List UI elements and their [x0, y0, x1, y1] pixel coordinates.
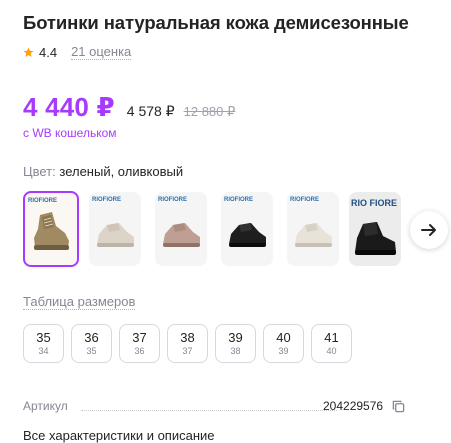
size-option[interactable]: 38 37: [167, 324, 208, 363]
size-eu: 37: [132, 330, 147, 345]
size-ru: 36: [134, 346, 145, 356]
color-value: зеленый, оливковый: [59, 164, 184, 179]
wallet-price: 4 440 ₽: [23, 92, 115, 122]
dotted-leader: [81, 410, 337, 411]
boot-image: [355, 222, 396, 255]
next-thumbnails-button[interactable]: [410, 211, 448, 249]
boot-image: [97, 223, 134, 247]
color-thumbnail[interactable]: RIO FIORE: [349, 192, 401, 266]
regular-price: 4 578 ₽: [126, 103, 175, 119]
size-ru: 34: [38, 346, 49, 356]
size-ru: 40: [326, 346, 337, 356]
size-option[interactable]: 37 36: [119, 324, 160, 363]
color-label: Цвет:: [23, 164, 56, 179]
size-ru: 38: [230, 346, 241, 356]
size-ru: 35: [86, 346, 97, 356]
size-option[interactable]: 40 39: [263, 324, 304, 363]
copy-icon[interactable]: [392, 400, 405, 413]
size-ru: 39: [278, 346, 289, 356]
size-option[interactable]: 35 34: [23, 324, 64, 363]
color-thumbnail[interactable]: RIOFIORE: [287, 192, 339, 266]
size-eu: 38: [180, 330, 195, 345]
size-selector: 35 34 36 35 37 36 38 37 39 38 40 39 41 40: [23, 324, 352, 363]
size-eu: 40: [276, 330, 291, 345]
article-label: Артикул: [23, 399, 68, 413]
size-eu: 36: [84, 330, 99, 345]
rating-value: 4.4: [39, 45, 58, 60]
arrow-right-icon: [421, 224, 436, 236]
reviews-link[interactable]: 21 оценка: [71, 45, 132, 60]
size-option[interactable]: 36 35: [71, 324, 112, 363]
article-value: 204229576: [323, 399, 384, 413]
wallet-note[interactable]: с WB кошельком: [23, 126, 117, 140]
color-thumbnails: RIOFIORE RIOFIORE RIOFIORE RIOFIORE RIOF…: [23, 191, 451, 268]
boot-image: [295, 223, 332, 247]
article-row: Артикул 204229576: [23, 399, 405, 415]
color-thumbnail[interactable]: RIOFIORE: [23, 191, 79, 267]
all-specs-link[interactable]: Все характеристики и описание: [23, 428, 215, 443]
rating-row: 4.4 21 оценка: [23, 45, 132, 60]
old-price: 12 880 ₽: [183, 104, 236, 119]
size-eu: 41: [324, 330, 339, 345]
star-icon: [23, 47, 34, 57]
size-eu: 35: [36, 330, 51, 345]
color-thumbnail[interactable]: RIOFIORE: [155, 192, 207, 266]
boot-image: [163, 223, 200, 247]
size-table-link[interactable]: Таблица размеров: [23, 295, 136, 310]
size-option[interactable]: 39 38: [215, 324, 256, 363]
color-row: Цвет: зеленый, оливковый: [23, 164, 183, 179]
product-title: Ботинки натуральная кожа демисезонные: [23, 12, 409, 33]
size-eu: 39: [228, 330, 243, 345]
price-row: 4 440 ₽ 4 578 ₽ 12 880 ₽: [23, 92, 235, 123]
boot-image: [34, 212, 69, 250]
color-thumbnail[interactable]: RIOFIORE: [221, 192, 273, 266]
color-thumbnail[interactable]: RIOFIORE: [89, 192, 141, 266]
size-ru: 37: [182, 346, 193, 356]
size-option[interactable]: 41 40: [311, 324, 352, 363]
boot-image: [229, 223, 266, 247]
